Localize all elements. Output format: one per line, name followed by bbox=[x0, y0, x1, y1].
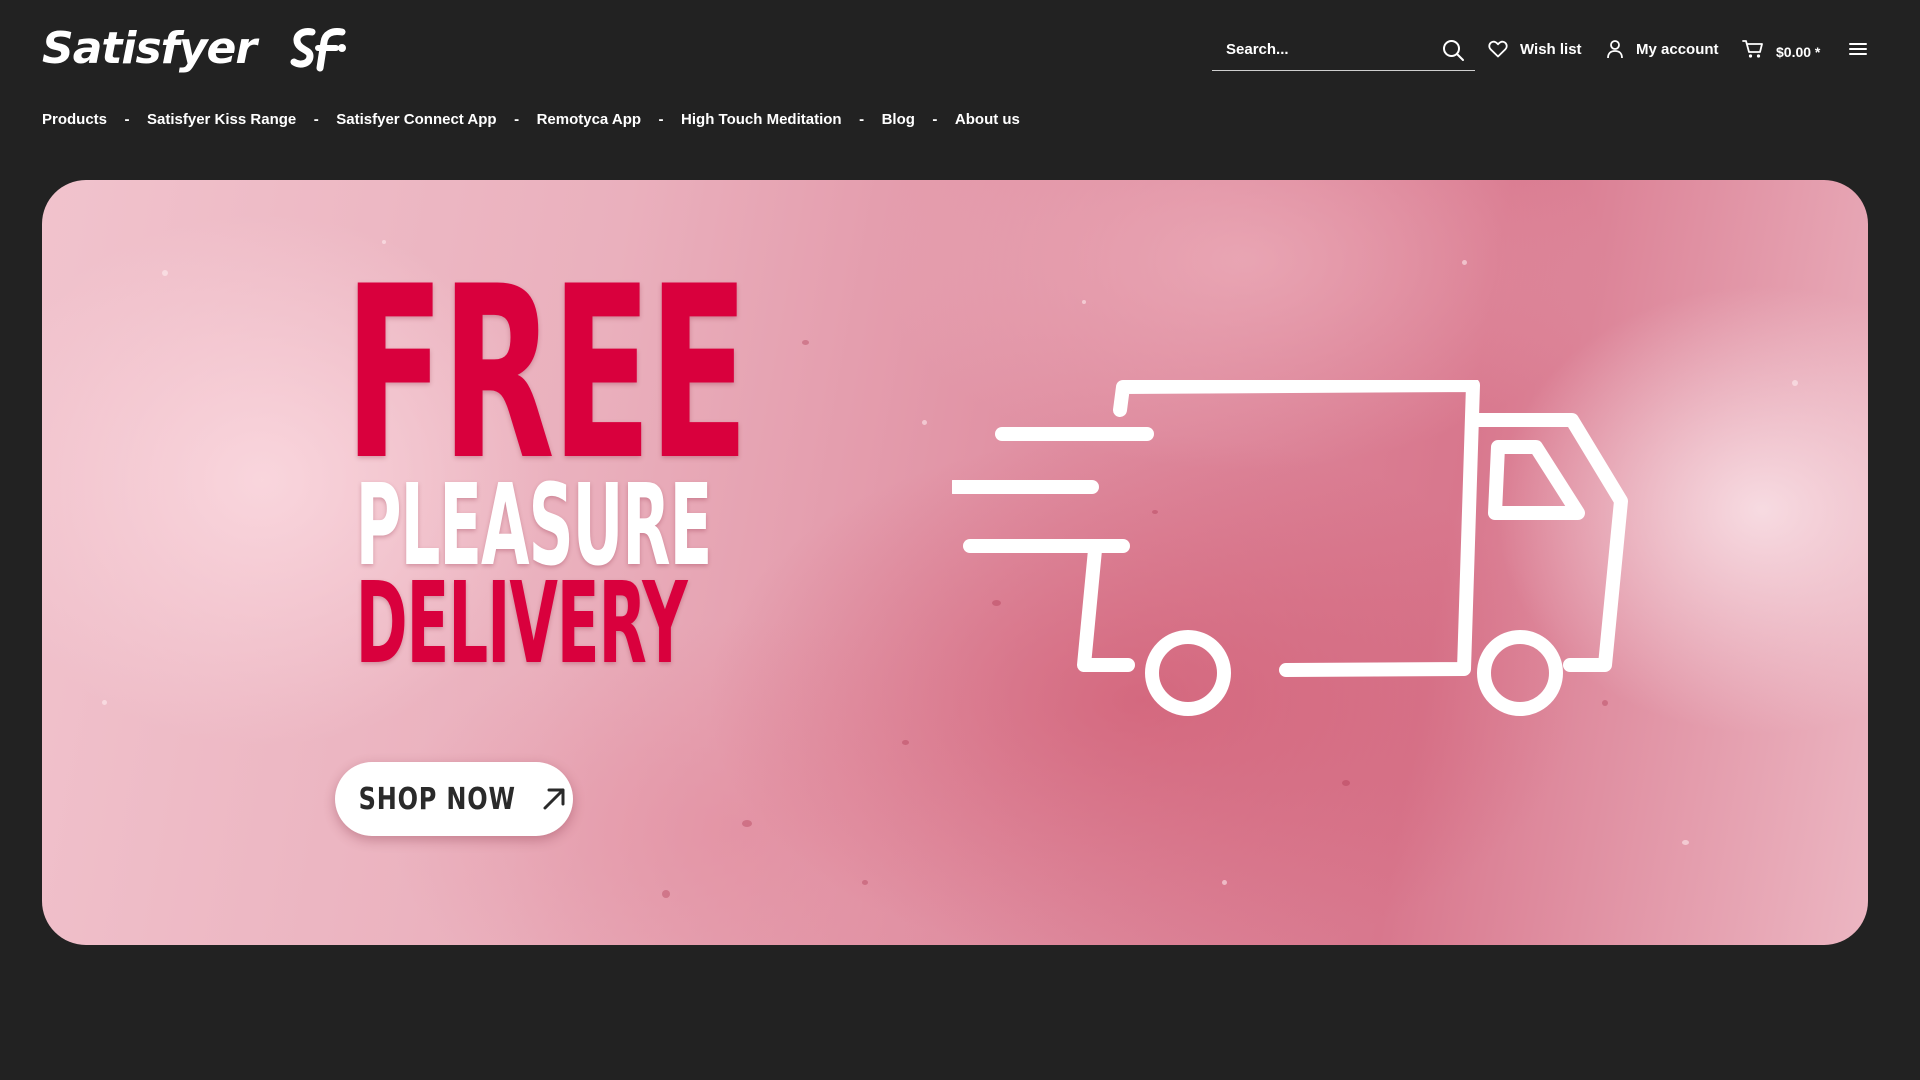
hero-line-free: FREE bbox=[344, 236, 749, 513]
search-box bbox=[1212, 30, 1475, 71]
shop-now-button[interactable]: SHOP NOW bbox=[335, 762, 573, 836]
sf-logo-icon[interactable] bbox=[290, 26, 348, 72]
arrow-up-right-icon bbox=[543, 788, 565, 810]
nav-item-blog[interactable]: Blog bbox=[882, 111, 915, 128]
nav-separator: - bbox=[932, 110, 938, 128]
site-header: Satisfyer Wish list My account $0.00 bbox=[0, 0, 1920, 100]
nav-item-high-touch-meditation[interactable]: High Touch Meditation bbox=[681, 111, 842, 128]
hero-headline: FREE PLEASURE DELIVERY bbox=[272, 236, 749, 689]
heart-icon bbox=[1488, 40, 1508, 58]
user-icon bbox=[1607, 40, 1623, 59]
hamburger-menu-icon[interactable] bbox=[1848, 40, 1868, 58]
nav-item-about-us[interactable]: About us bbox=[955, 111, 1020, 128]
nav-item-remotyca-app[interactable]: Remotyca App bbox=[537, 111, 641, 128]
nav-separator: - bbox=[124, 110, 130, 128]
account-label: My account bbox=[1636, 40, 1719, 58]
hero-banner[interactable]: FREE PLEASURE DELIVERY SHOP NOW bbox=[42, 180, 1868, 945]
search-icon[interactable] bbox=[1441, 38, 1465, 62]
cart-total: $0.00 * bbox=[1776, 44, 1821, 60]
nav-separator: - bbox=[313, 110, 319, 128]
nav-item-connect-app[interactable]: Satisfyer Connect App bbox=[336, 111, 496, 128]
nav-item-products[interactable]: Products bbox=[42, 111, 107, 128]
nav-separator: - bbox=[658, 110, 664, 128]
cart-icon bbox=[1742, 40, 1763, 58]
nav-separator: - bbox=[514, 110, 520, 128]
cart-link[interactable]: $0.00 * bbox=[1742, 36, 1820, 62]
account-link[interactable]: My account bbox=[1606, 36, 1719, 62]
hero-line-delivery: DELIVERY bbox=[355, 559, 688, 689]
wishlist-label: Wish list bbox=[1520, 40, 1582, 58]
search-input[interactable] bbox=[1212, 30, 1432, 68]
delivery-truck-icon bbox=[952, 380, 1628, 716]
nav-item-kiss-range[interactable]: Satisfyer Kiss Range bbox=[147, 111, 296, 128]
shop-now-label: SHOP NOW bbox=[358, 781, 516, 817]
nav-separator: - bbox=[859, 110, 865, 128]
wishlist-link[interactable]: Wish list bbox=[1488, 36, 1582, 62]
main-navigation: Products - Satisfyer Kiss Range - Satisf… bbox=[42, 108, 1020, 130]
satisfyer-logo[interactable]: Satisfyer bbox=[42, 22, 257, 76]
